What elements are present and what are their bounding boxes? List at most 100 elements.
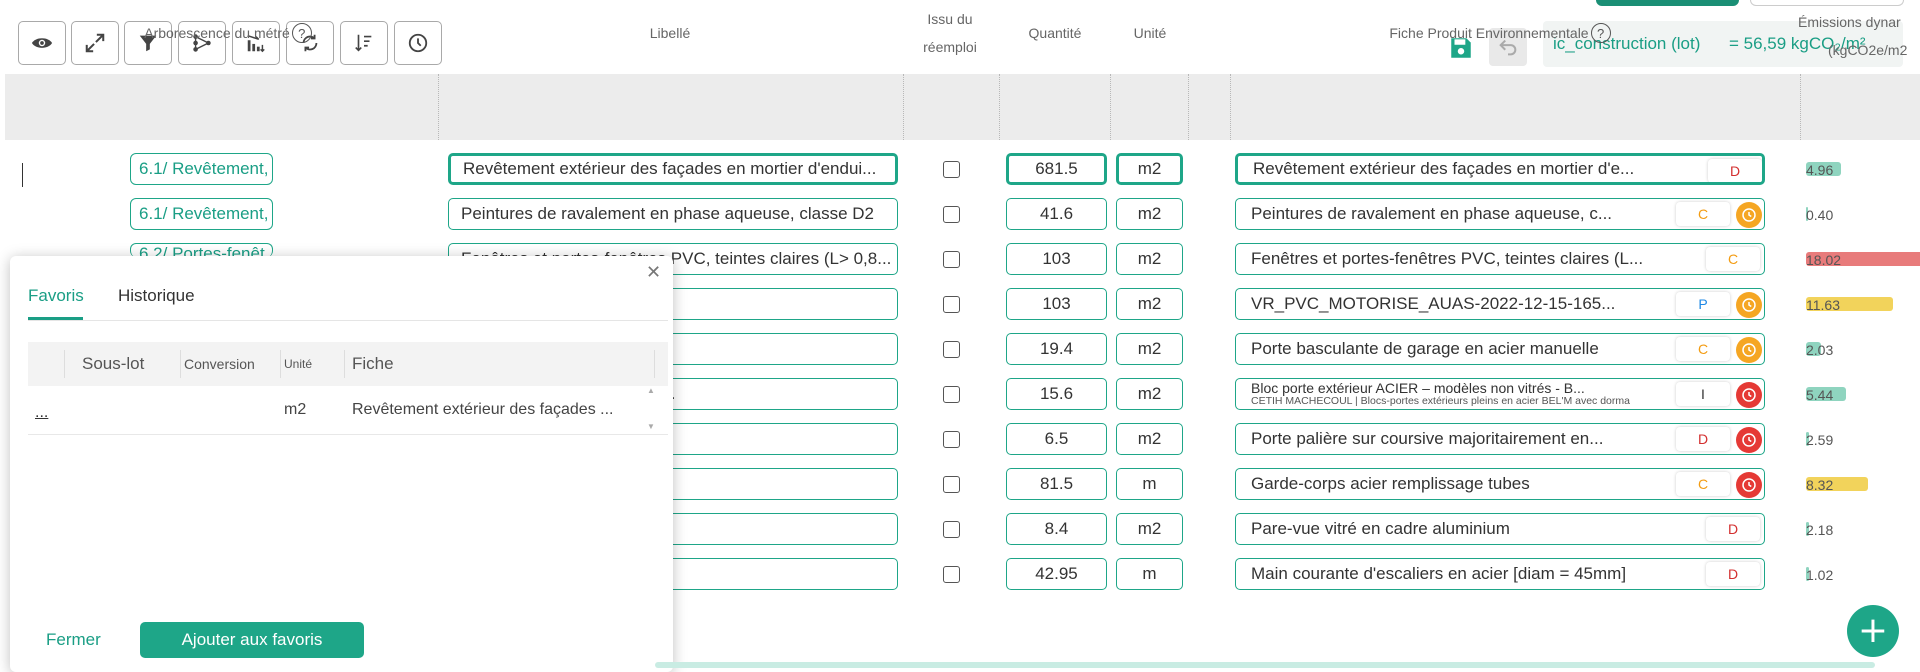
column-divider [1800,74,1801,140]
quantity-field[interactable]: 42.95 [1006,558,1107,590]
fiche-field[interactable]: Pare-vue vitré en cadre aluminium D [1235,513,1765,545]
unit-field[interactable]: m2 [1116,378,1183,410]
emission-number: 2.03 [1806,342,1834,358]
app-root: ic_construction (lot) = 56,59 kgCO₂/m² A… [0,0,1920,672]
reemploi-checkbox[interactable] [943,296,960,313]
emission-value: 18.02 [1806,252,1920,267]
column-divider [180,350,181,378]
help-icon[interactable]: ? [1590,23,1611,43]
eye-icon [31,38,53,48]
fiche-field[interactable]: Main courante d'escaliers en acier [diam… [1235,558,1765,590]
column-divider [280,350,281,378]
history-clock-icon[interactable] [1736,472,1762,498]
scroll-up-icon[interactable]: ▲ [647,386,655,395]
column-divider [344,350,345,378]
fiche-field[interactable]: Fenêtres et portes-fenêtres PVC, teintes… [1235,243,1765,275]
scroll-down-icon[interactable]: ▼ [647,422,655,431]
quantity-field[interactable]: 19.4 [1006,333,1107,365]
arborescence-tag[interactable]: 6.1/ Revêtement, [130,198,273,230]
horizontal-scrollbar[interactable] [655,662,1875,668]
history-clock-icon[interactable] [1736,427,1762,453]
tab-historique[interactable]: Historique [118,286,195,306]
column-divider [1188,74,1189,140]
fiche-text: Pare-vue vitré en cadre aluminium [1251,519,1510,538]
emission-number: 4.96 [1806,162,1834,178]
header-reemploi: Issu du réemploi [923,11,977,55]
quantity-field[interactable]: 6.5 [1006,423,1107,455]
unit-field[interactable]: m2 [1116,423,1183,455]
emission-number: 2.18 [1806,522,1834,538]
toggle-visibility-button[interactable] [18,21,66,65]
close-icon[interactable]: ✕ [646,262,661,283]
quality-badge: D [1706,562,1760,586]
unit-field[interactable]: m2 [1116,243,1183,275]
table-header [5,74,1920,140]
fiche-field[interactable]: Revêtement extérieur des façades en mort… [1235,153,1765,185]
reemploi-checkbox[interactable] [943,341,960,358]
reemploi-checkbox[interactable] [943,431,960,448]
quality-badge: C [1706,247,1760,271]
libelle-field[interactable]: Revêtement extérieur des façades en mort… [448,153,898,185]
fiche-text: Garde-corps acier remplissage tubes [1251,474,1530,493]
fiche-field[interactable]: Peintures de ravalement en phase aqueuse… [1235,198,1765,230]
tab-favoris[interactable]: Favoris [28,286,84,306]
fiche-subtitle: CETIH MACHECOUL | Blocs-portes extérieur… [1251,395,1630,407]
emission-value: 4.96 [1806,162,1841,178]
header-fiche: Fiche Produit Environnementale? [1235,0,1765,66]
quantity-field[interactable]: 41.6 [1006,198,1107,230]
quality-badge: D [1676,427,1730,451]
row-actions-link[interactable]: ... [35,404,48,422]
history-clock-icon[interactable] [1736,292,1762,318]
add-to-favorites-button[interactable]: Ajouter aux favoris [140,622,364,658]
unit-field[interactable]: m2 [1116,288,1183,320]
history-button[interactable] [394,21,442,65]
quantity-field[interactable]: 8.4 [1006,513,1107,545]
favorites-popup: ✕ Favoris Historique Sous-lot Conversion… [10,256,673,672]
reemploi-checkbox[interactable] [943,566,960,583]
reemploi-checkbox[interactable] [943,206,960,223]
unit-field[interactable]: m2 [1116,333,1183,365]
unit-field[interactable]: m2 [1116,198,1183,230]
history-clock-icon[interactable] [1736,337,1762,363]
expand-icon [85,33,105,53]
reemploi-checkbox[interactable] [943,161,960,178]
fiche-field[interactable]: Porte basculante de garage en acier manu… [1235,333,1765,365]
history-clock-icon[interactable] [1736,382,1762,408]
quantity-field[interactable]: 15.6 [1006,378,1107,410]
help-icon[interactable]: ? [291,23,312,43]
sort-down-icon [355,34,372,52]
emission-number: 1.02 [1806,567,1834,583]
tabs-divider [28,320,668,321]
emission-number: 5.44 [1806,387,1834,403]
fiche-field[interactable]: Porte palière sur coursive majoritaireme… [1235,423,1765,455]
emission-value: 11.63 [1806,297,1893,312]
fiche-field[interactable]: Garde-corps acier remplissage tubes C [1235,468,1765,500]
unit-field[interactable]: m [1116,468,1183,500]
quality-badge: C [1676,472,1730,496]
reemploi-checkbox[interactable] [943,251,960,268]
unit-field[interactable]: m [1116,558,1183,590]
fiche-text: Porte palière sur coursive majoritaireme… [1251,429,1604,448]
header-libelle: Libellé [649,25,691,41]
popup-table-header: Sous-lot Conversion Unité Fiche [28,342,668,386]
fiche-field[interactable]: Bloc porte extérieur ACIER – modèles non… [1235,378,1765,410]
column-fiche: Fiche [352,354,394,373]
unit-field[interactable]: m2 [1116,513,1183,545]
emission-value: 1.02 [1806,567,1834,583]
close-button[interactable]: Fermer [46,630,101,650]
sort-descending-button[interactable] [340,21,388,65]
unit-field[interactable]: m2 [1116,153,1183,185]
quantity-field[interactable]: 103 [1006,288,1107,320]
arborescence-tag[interactable]: 6.1/ Revêtement, [130,153,273,185]
libelle-field[interactable]: Peintures de ravalement en phase aqueuse… [448,198,898,230]
arborescence-tag[interactable]: 6.2/ Portes-fenêt [130,243,273,257]
quantity-field[interactable]: 81.5 [1006,468,1107,500]
quantity-field[interactable]: 103 [1006,243,1107,275]
reemploi-checkbox[interactable] [943,386,960,403]
history-clock-icon[interactable] [1736,202,1762,228]
reemploi-checkbox[interactable] [943,476,960,493]
quantity-field[interactable]: 681.5 [1006,153,1107,185]
add-button[interactable]: + [1847,605,1899,657]
fiche-field[interactable]: VR_PVC_MOTORISE_AUAS-2022-12-15-165... P [1235,288,1765,320]
reemploi-checkbox[interactable] [943,521,960,538]
